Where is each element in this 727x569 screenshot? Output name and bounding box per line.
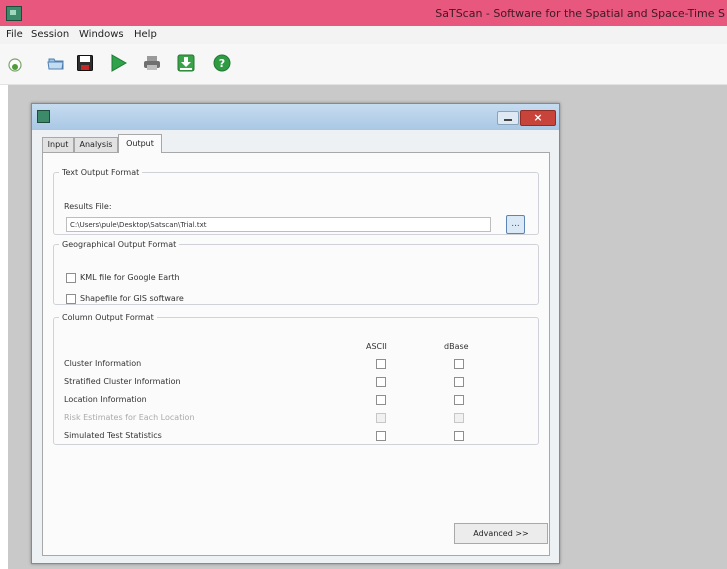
print-icon[interactable] [143, 54, 161, 72]
app-titlebar: SaTScan - Software for the Spatial and S… [0, 0, 727, 26]
risk-estimates-dbase-checkbox [454, 413, 464, 423]
row-label-simulated-test-statistics: Simulated Test Statistics [64, 431, 162, 440]
menu-session[interactable]: Session [31, 29, 69, 40]
column-output-group: Column Output Format ASCII dBase Cluster… [53, 313, 539, 445]
shapefile-label: Shapefile for GIS software [80, 294, 184, 303]
simulated-test-statistics-ascii-checkbox[interactable] [376, 431, 386, 441]
cluster-information-ascii-checkbox[interactable] [376, 359, 386, 369]
menu-windows[interactable]: Windows [79, 29, 124, 40]
session-window-titlebar[interactable]: × [32, 104, 559, 130]
results-file-label: Results File: [64, 202, 112, 211]
kml-checkbox[interactable] [66, 273, 76, 283]
text-output-group: Text Output Format Results File: ... [53, 168, 539, 235]
open-icon[interactable] [47, 54, 65, 72]
location-information-dbase-checkbox[interactable] [454, 395, 464, 405]
menu-help[interactable]: Help [134, 29, 157, 40]
location-information-ascii-checkbox[interactable] [376, 395, 386, 405]
app-title: SaTScan - Software for the Spatial and S… [435, 7, 725, 20]
simulated-test-statistics-dbase-checkbox[interactable] [454, 431, 464, 441]
advanced-button[interactable]: Advanced >> [454, 523, 548, 544]
geo-output-group: Geographical Output Format KML file for … [53, 240, 539, 305]
save-icon[interactable] [76, 54, 94, 72]
download-icon[interactable] [177, 54, 195, 72]
results-file-input[interactable] [66, 217, 491, 232]
session-window-icon [37, 110, 50, 123]
app-icon [6, 6, 22, 21]
row-label-risk-estimates: Risk Estimates for Each Location [64, 413, 195, 422]
dbase-column-header: dBase [444, 342, 469, 351]
column-output-legend: Column Output Format [62, 313, 154, 322]
tab-output[interactable]: Output [118, 134, 162, 153]
menubar: File Session Windows Help [0, 26, 727, 44]
ascii-column-header: ASCII [366, 342, 387, 351]
help-icon[interactable]: ? [213, 54, 231, 72]
menu-file[interactable]: File [6, 29, 23, 40]
stratified-cluster-ascii-checkbox[interactable] [376, 377, 386, 387]
tab-analysis[interactable]: Analysis [74, 137, 118, 153]
minimize-button[interactable] [497, 111, 519, 125]
toolbar: ? [0, 44, 727, 85]
shapefile-checkbox[interactable] [66, 294, 76, 304]
row-label-cluster-information: Cluster Information [64, 359, 142, 368]
risk-estimates-ascii-checkbox [376, 413, 386, 423]
new-session-icon[interactable] [8, 58, 22, 72]
cluster-information-dbase-checkbox[interactable] [454, 359, 464, 369]
browse-button[interactable]: ... [506, 215, 525, 234]
stratified-cluster-dbase-checkbox[interactable] [454, 377, 464, 387]
run-icon[interactable] [109, 54, 127, 72]
close-button[interactable]: × [520, 110, 556, 126]
tab-input[interactable]: Input [42, 137, 74, 153]
svg-text:?: ? [219, 57, 225, 70]
kml-label: KML file for Google Earth [80, 273, 180, 282]
session-window: × Input Analysis Output Text Output Form… [31, 103, 560, 564]
row-label-location-information: Location Information [64, 395, 147, 404]
text-output-legend: Text Output Format [62, 168, 140, 177]
row-label-stratified-cluster-information: Stratified Cluster Information [64, 377, 181, 386]
geo-output-legend: Geographical Output Format [62, 240, 177, 249]
output-tab-panel: Text Output Format Results File: ... Geo… [42, 152, 550, 556]
